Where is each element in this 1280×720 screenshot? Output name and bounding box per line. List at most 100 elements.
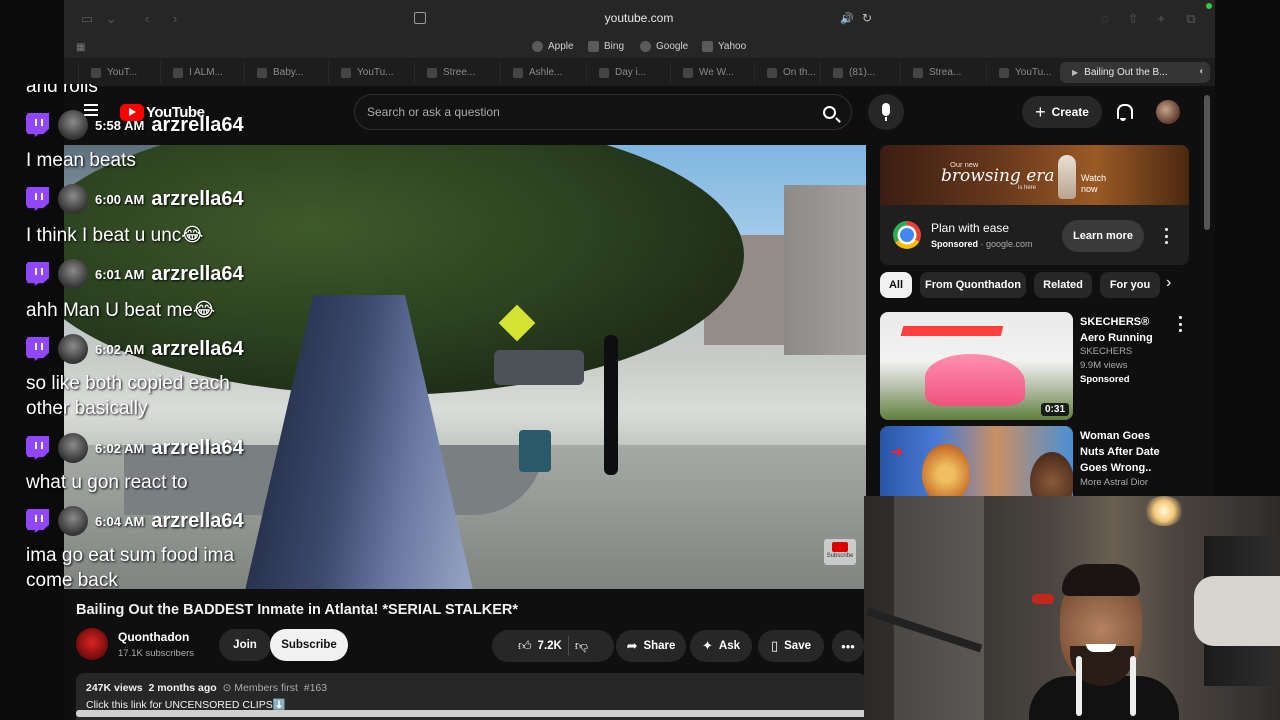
chat-timestamp: 6:01 AM [95,266,145,282]
search-input[interactable]: Search or ask a question [354,94,852,130]
back-icon[interactable]: ‹ [140,12,154,26]
tab-active[interactable]: ▶ Bailing Out the B... ◖ [1060,62,1210,83]
tab-4[interactable]: YouTu... [328,62,408,83]
chip-all[interactable]: All [880,272,912,298]
video-bag [519,430,551,472]
chevron-right-icon[interactable]: › [1166,274,1171,292]
video-building [784,185,866,355]
chip-related[interactable]: Related [1034,272,1092,298]
notifications-bell-icon[interactable] [1114,103,1133,121]
share-button[interactable]: ➦ Share [616,630,686,662]
subscribe-button[interactable]: Subscribe [270,629,348,661]
horizontal-scrollbar[interactable] [76,710,866,717]
page-menu-icon[interactable] [414,12,426,24]
channel-avatar[interactable] [76,628,108,660]
video-car [494,350,584,385]
audio-playing-icon[interactable]: 🔊 [840,12,854,25]
tab-2[interactable]: I ALM... [160,62,238,83]
thumbs-up-icon[interactable]: 👍︎ [518,638,532,654]
tab-6[interactable]: Ashle... [500,62,580,83]
chat-message-text: I mean beats [26,150,136,171]
browser-toolbar: ▭ ⌄ ‹ › youtube.com 🔊 ↻ ◌ ⇧ + ⧉ [64,0,1215,38]
chat-username: arzrella64 [151,436,244,459]
learn-more-button[interactable]: Learn more [1062,220,1144,252]
tab-7[interactable]: Day i... [586,62,664,83]
bookmark-icon: ▯ [770,638,779,653]
divider [567,636,569,656]
tab-favicon-icon [999,67,1009,78]
tab-favicon-icon [427,67,437,78]
recommendation-title[interactable]: SKECHERS® Aero Running [1080,314,1175,346]
recommendation-channel: SKECHERS [1080,346,1133,357]
chat-timestamp: 5:58 AM [95,117,145,133]
subscriber-count: 17.1K subscribers [118,648,195,659]
like-count[interactable]: 7.2K [538,640,562,652]
bing-icon [588,41,599,52]
thumbnail-face [922,444,970,504]
favorite-bing[interactable]: Bing [588,41,624,52]
download-icon[interactable]: ◌ [1098,12,1112,26]
recommendation-thumbnail[interactable]: 0:31 [880,312,1073,420]
thumbs-down-icon[interactable]: 👎︎ [575,638,588,654]
favorites-bar: ▦ Apple Bing Google Yahoo [64,38,1215,58]
sidebar-toggle-icon[interactable]: ▭ [80,12,94,26]
chrome-logo-icon [893,221,921,249]
voice-search-icon[interactable] [868,94,904,130]
tab-overview-icon[interactable]: ⧉ [1184,12,1198,26]
chat-username: arzrella64 [151,262,244,285]
reload-icon[interactable]: ↻ [862,11,872,25]
share-icon[interactable]: ⇧ [1126,12,1140,26]
chat-avatar [58,259,88,289]
save-button[interactable]: ▯ Save [758,630,824,662]
channel-name[interactable]: Quonthadon [118,630,189,644]
chat-timestamp: 6:04 AM [95,513,145,529]
tab-1[interactable]: YouT... [78,62,154,83]
tab-11[interactable]: Strea... [900,62,980,83]
recommendation-views: 9.9M views [1080,360,1128,371]
google-icon [640,41,651,52]
tab-10[interactable]: (81)... [820,62,902,83]
forward-icon[interactable]: › [168,12,182,26]
ad-sponsor-line: Sponsored · google.com [931,239,1033,249]
new-tab-icon[interactable]: + [1154,12,1168,26]
account-avatar[interactable] [1156,100,1180,124]
subscribe-watermark[interactable]: Subscribe [824,539,856,565]
address-bar[interactable]: youtube.com 🔊 ↻ [404,11,874,29]
recommendation-title[interactable]: Woman Goes Nuts After Date Goes Wrong.. [1080,428,1175,476]
search-button[interactable] [807,95,851,129]
more-actions-button[interactable]: ••• [832,630,864,662]
ad-banner[interactable]: Our new browsing era is here Watch now [880,145,1189,205]
stream-chat-overlay: and rolls 5:58 AM arzrella64 I mean beat… [0,84,320,604]
tab-12[interactable]: YouTu... [986,62,1056,83]
favorite-yahoo[interactable]: Yahoo [702,41,746,52]
tab-5[interactable]: Stree... [414,62,494,83]
tab-favicon-icon [173,67,183,78]
recommendation-item[interactable]: 0:31 SKECHERS® Aero Running SKECHERS 9.9… [880,312,1189,420]
vertical-scrollbar[interactable] [1204,95,1210,230]
tab-9[interactable]: On th... [754,62,830,83]
chip-for-you[interactable]: For you [1100,272,1160,298]
tab-favicon-icon [513,67,523,78]
grid-icon[interactable]: ▦ [76,42,85,53]
ad-card[interactable]: Plan with ease Sponsored · google.com Le… [880,205,1189,265]
ask-button[interactable]: ✦ Ask [690,630,752,662]
recommendation-more-icon[interactable] [1178,316,1182,332]
create-button[interactable]: + Create [1022,96,1102,128]
ad-more-icon[interactable] [1164,228,1168,244]
tab-3[interactable]: Baby... [244,62,322,83]
chat-timestamp: 6:00 AM [95,191,145,207]
chat-username: arzrella64 [151,113,244,136]
chip-from-channel[interactable]: From Quonthadon [920,272,1026,298]
favorite-google[interactable]: Google [640,41,688,52]
address-url[interactable]: youtube.com [605,11,674,25]
tab-mute-icon[interactable]: ◖ [1198,66,1204,77]
chat-avatar [58,506,88,536]
chat-timestamp: 6:02 AM [95,341,145,357]
chat-message-text: I think I beat u unc😂 [26,225,204,246]
webcam-door [894,496,984,720]
favorite-apple[interactable]: Apple [532,41,574,52]
twitch-icon [26,262,49,286]
tab-8[interactable]: We W... [670,62,748,83]
join-button[interactable]: Join [219,629,271,661]
chevron-down-icon[interactable]: ⌄ [104,12,118,26]
